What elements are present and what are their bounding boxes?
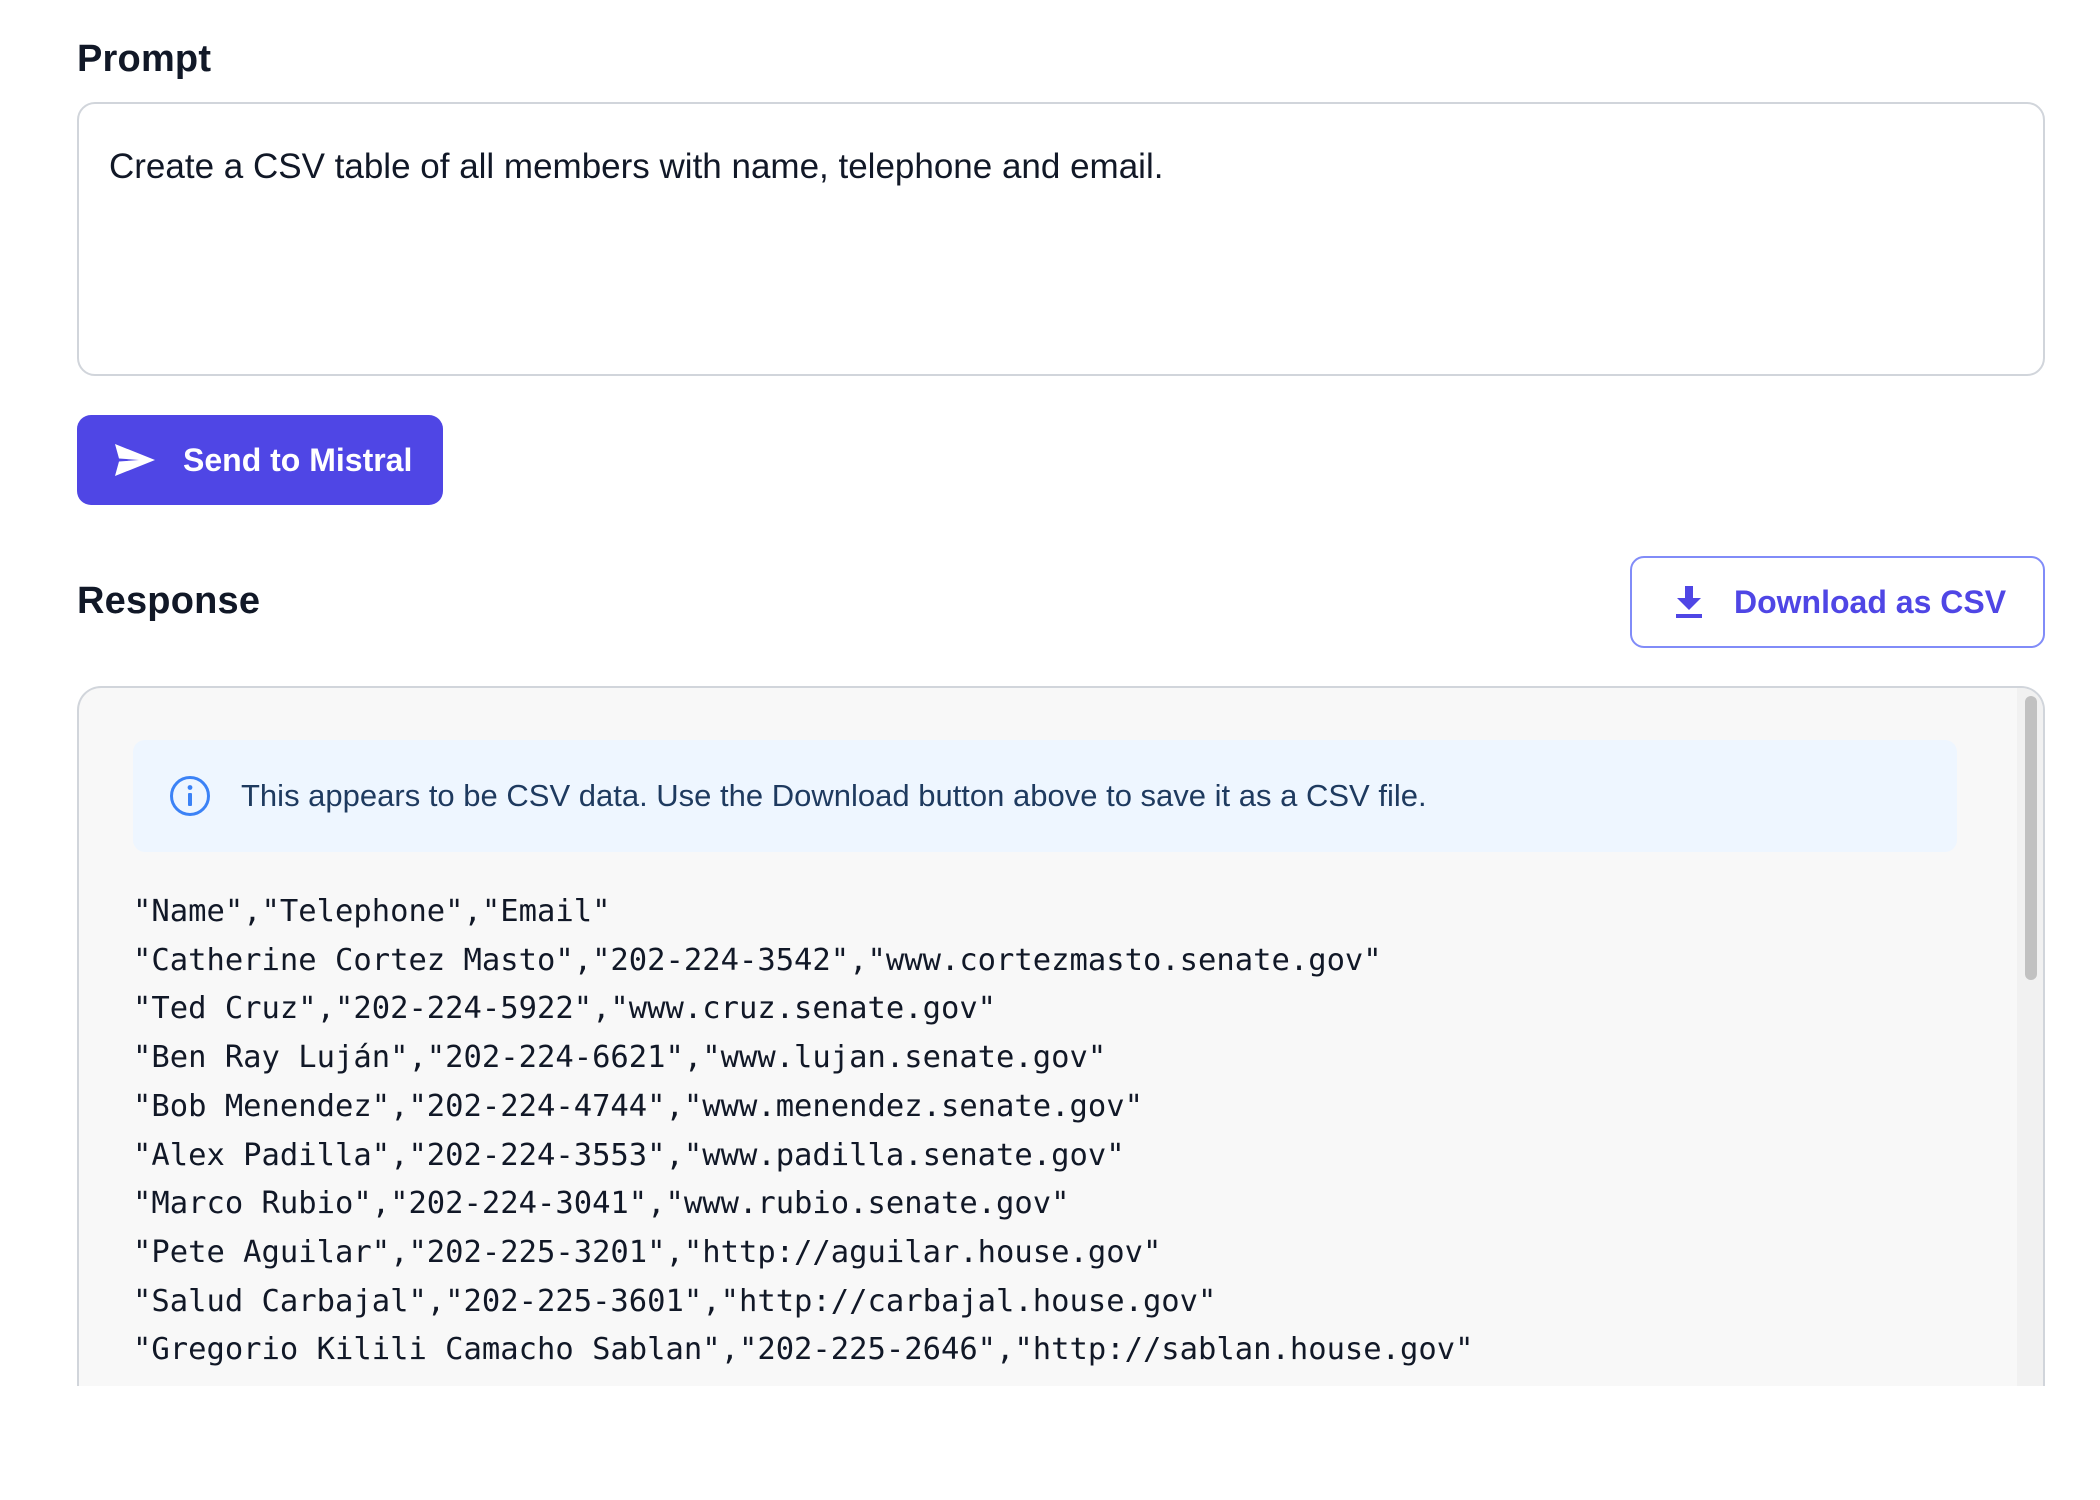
csv-line: "Bob Menendez","202-224-4744","www.menen… xyxy=(133,1088,1143,1124)
download-button-label: Download as CSV xyxy=(1734,583,2007,620)
prompt-label: Prompt xyxy=(77,38,212,80)
csv-line: "Ben Ray Luján","202-224-6621","www.luja… xyxy=(133,1040,1107,1076)
send-button-label: Send to Mistral xyxy=(183,441,413,478)
info-text: This appears to be CSV data. Use the Dow… xyxy=(241,778,1427,813)
info-icon xyxy=(169,775,211,817)
response-panel[interactable]: This appears to be CSV data. Use the Dow… xyxy=(77,686,2045,1386)
response-label: Response xyxy=(77,580,261,622)
download-csv-button[interactable]: Download as CSV xyxy=(1630,556,2045,648)
csv-line: "Salud Carbajal","202-225-3601","http://… xyxy=(133,1283,1217,1319)
prompt-input[interactable]: Create a CSV table of all members with n… xyxy=(77,102,2045,376)
scrollbar-thumb[interactable] xyxy=(2025,696,2037,980)
csv-line: "Alex Padilla","202-224-3553","www.padil… xyxy=(133,1137,1125,1173)
send-to-mistral-button[interactable]: Send to Mistral xyxy=(77,415,443,505)
csv-line: "Marco Rubio","202-224-3041","www.rubio.… xyxy=(133,1186,1070,1222)
csv-line: "Catherine Cortez Masto","202-224-3542",… xyxy=(133,942,1382,978)
csv-info-banner: This appears to be CSV data. Use the Dow… xyxy=(133,740,1957,852)
csv-line: "Gregorio Kilili Camacho Sablan","202-22… xyxy=(133,1332,1474,1368)
response-scrollbar[interactable] xyxy=(2017,688,2043,1386)
csv-line: "Pete Aguilar","202-225-3201","http://ag… xyxy=(133,1234,1162,1270)
csv-line: "Ted Cruz","202-224-5922","www.cruz.sena… xyxy=(133,991,997,1027)
send-icon xyxy=(113,442,157,478)
csv-output: "Name","Telephone","Email" "Catherine Cor… xyxy=(133,888,1473,1375)
download-icon xyxy=(1674,585,1704,619)
csv-line: "Name","Telephone","Email" xyxy=(133,894,611,929)
